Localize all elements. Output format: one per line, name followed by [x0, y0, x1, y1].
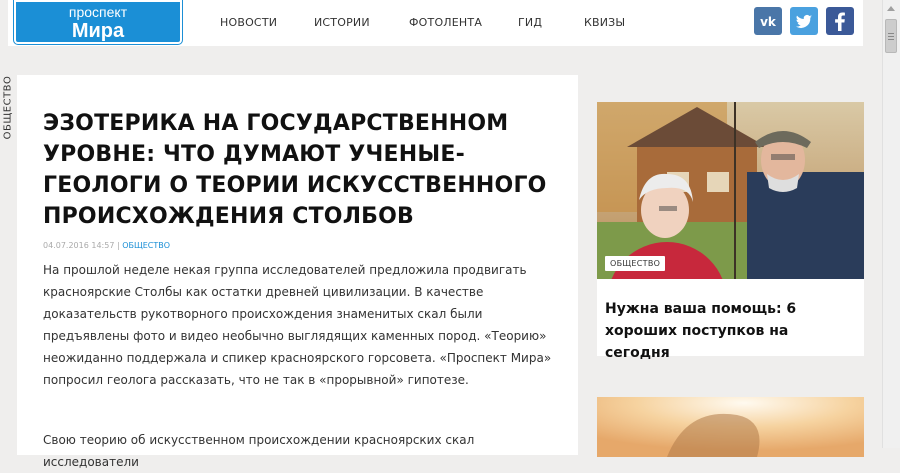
article-title: Эзотерика на государственном уровне: что… [43, 111, 547, 229]
article-card: Эзотерика на государственном уровне: что… [17, 75, 578, 469]
category-badge[interactable]: ОБЩЕСТВО [605, 256, 666, 271]
meta-separator: | [116, 241, 120, 250]
nav-item-quizzes[interactable]: КВИЗЫ [584, 16, 625, 29]
twitter-icon[interactable] [790, 7, 818, 35]
article-meta: 04.07.2016 14:57 | ОБЩЕСТВО [43, 241, 170, 250]
nav-item-stories[interactable]: ИСТОРИИ [314, 16, 370, 29]
scroll-thumb[interactable] [885, 19, 897, 53]
vk-icon[interactable]: vk [754, 7, 782, 35]
related-article-card-2[interactable] [597, 397, 864, 457]
sunset-photo[interactable] [597, 397, 864, 457]
nav-item-photofeed[interactable]: ФОТОЛЕНТА [409, 16, 482, 29]
nav-item-guide[interactable]: ГИД [518, 16, 542, 29]
article-paragraph: Свою теорию об искусственном происхожден… [43, 433, 475, 469]
scroll-up-arrow-icon[interactable] [883, 0, 900, 17]
related-article-card[interactable]: ОБЩЕСТВО Нужна ваша помощь: 6 хороших по… [597, 102, 864, 361]
section-side-label-text: ОБЩЕСТВО [2, 75, 14, 140]
elderly-couple-photo[interactable] [597, 102, 864, 279]
svg-text:vk: vk [760, 15, 777, 29]
article-paragraph: На прошлой неделе некая группа исследова… [43, 263, 552, 387]
article-date: 04.07.2016 14:57 [43, 241, 115, 250]
related-article-title[interactable]: Нужна ваша помощь: 6 хороших поступков н… [605, 298, 857, 364]
logo-line1: проспект [68, 4, 128, 20]
article-category-link[interactable]: ОБЩЕСТВО [122, 241, 170, 250]
facebook-icon[interactable] [826, 7, 854, 35]
logo-line2: Мира [71, 20, 125, 42]
site-header: проспект Мира НОВОСТИ ИСТОРИИ ФОТОЛЕНТА … [8, 0, 863, 46]
vertical-scrollbar[interactable] [882, 0, 900, 448]
section-side-label[interactable]: ОБЩЕСТВО [0, 70, 14, 150]
nav-item-news[interactable]: НОВОСТИ [220, 16, 277, 29]
site-logo[interactable]: проспект Мира [13, 0, 183, 45]
